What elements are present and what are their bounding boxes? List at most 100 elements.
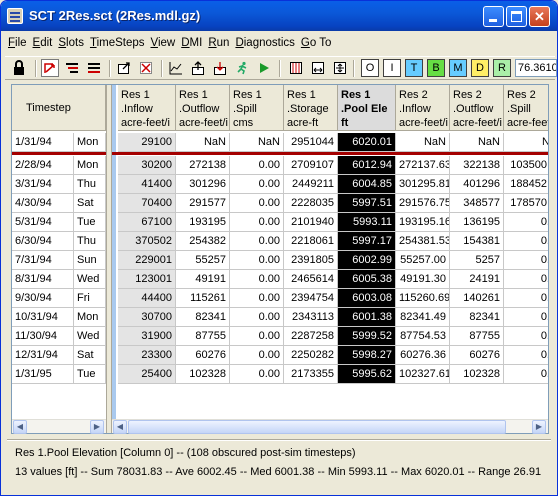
table-cell[interactable]: 82341 bbox=[450, 308, 504, 327]
timestep-day[interactable]: Mon bbox=[74, 156, 106, 175]
table-cell[interactable]: 193195.16 bbox=[396, 213, 450, 232]
right-scrollbar[interactable]: ◀ ▶ bbox=[112, 419, 548, 434]
table-cell[interactable]: 6012.94 bbox=[338, 156, 396, 175]
table-cell[interactable]: 0. bbox=[504, 327, 548, 346]
table-cell[interactable]: 55257 bbox=[176, 251, 230, 270]
table-cell[interactable]: 123001 bbox=[118, 270, 176, 289]
filter-button[interactable]: I bbox=[383, 59, 401, 77]
table-cell[interactable]: 0.00 bbox=[230, 194, 284, 213]
timestep-date[interactable]: 4/30/94 bbox=[12, 194, 74, 213]
table-cell[interactable]: 0. bbox=[504, 232, 548, 251]
table-cell[interactable]: 2218061 bbox=[284, 232, 338, 251]
table-cell[interactable]: 115261 bbox=[176, 289, 230, 308]
table-cell[interactable]: 24191 bbox=[450, 270, 504, 289]
table-cell[interactable]: 6020.01 bbox=[338, 133, 396, 152]
timestep-day[interactable]: Thu bbox=[74, 175, 106, 194]
table-cell[interactable]: 0.00 bbox=[230, 270, 284, 289]
column-header[interactable]: Res 2 .Outflow acre-feet/i bbox=[450, 85, 504, 131]
title-bar[interactable]: SCT 2Res.sct (2Res.mdl.gz) ✕ bbox=[1, 1, 557, 31]
timestep-date[interactable]: 1/31/95 bbox=[12, 365, 74, 384]
table-cell[interactable]: 0.00 bbox=[230, 156, 284, 175]
table-cell[interactable]: 55257.00 bbox=[396, 251, 450, 270]
filter-button[interactable]: T bbox=[405, 59, 423, 77]
run-icon[interactable] bbox=[255, 59, 273, 77]
table-cell[interactable]: 401296 bbox=[450, 175, 504, 194]
timestep-date[interactable]: 10/31/94 bbox=[12, 308, 74, 327]
table-cell[interactable]: 2343113 bbox=[284, 308, 338, 327]
table-cell[interactable]: 0.00 bbox=[230, 327, 284, 346]
table-cell[interactable]: 2228035 bbox=[284, 194, 338, 213]
menu-item[interactable]: Slots bbox=[55, 35, 87, 51]
timestep-day[interactable]: Sat bbox=[74, 194, 106, 213]
table-cell[interactable]: 0. bbox=[504, 308, 548, 327]
table-cell[interactable]: NaN bbox=[176, 133, 230, 152]
table-cell[interactable]: NaN bbox=[396, 133, 450, 152]
timestep-day[interactable]: Wed bbox=[74, 327, 106, 346]
menu-item[interactable]: Run bbox=[205, 35, 232, 51]
table-cell[interactable]: 5997.51 bbox=[338, 194, 396, 213]
timestep-date[interactable]: 5/31/94 bbox=[12, 213, 74, 232]
timestep-date[interactable]: 7/31/94 bbox=[12, 251, 74, 270]
sort-icon[interactable] bbox=[63, 59, 81, 77]
table-cell[interactable]: N bbox=[504, 133, 548, 152]
table-cell[interactable]: 178570. bbox=[504, 194, 548, 213]
table-cell[interactable]: 0. bbox=[504, 251, 548, 270]
table-cell[interactable]: 272138 bbox=[176, 156, 230, 175]
table-cell[interactable]: 30700 bbox=[118, 308, 176, 327]
timestep-date[interactable]: 11/30/94 bbox=[12, 327, 74, 346]
table-cell[interactable]: 2250282 bbox=[284, 346, 338, 365]
table-cell[interactable]: 102328 bbox=[450, 365, 504, 384]
table-cell[interactable]: 291576.75 bbox=[396, 194, 450, 213]
import-icon[interactable] bbox=[211, 59, 229, 77]
column-header[interactable]: Res 1 .Outflow acre-feet/i bbox=[176, 85, 230, 131]
table-cell[interactable]: 0. bbox=[504, 213, 548, 232]
table-cell[interactable]: 2449211 bbox=[284, 175, 338, 194]
table-cell[interactable]: 5998.27 bbox=[338, 346, 396, 365]
table-cell[interactable]: NaN bbox=[450, 133, 504, 152]
table-cell[interactable]: 44400 bbox=[118, 289, 176, 308]
table-cell[interactable]: 2709107 bbox=[284, 156, 338, 175]
table-cell[interactable]: 0.00 bbox=[230, 346, 284, 365]
left-scrollbar[interactable]: ◀ ▶ bbox=[12, 419, 106, 434]
table-cell[interactable]: 41400 bbox=[118, 175, 176, 194]
table-cell[interactable]: 6004.85 bbox=[338, 175, 396, 194]
menu-item[interactable]: TimeSteps bbox=[87, 35, 148, 51]
fit-width-icon[interactable] bbox=[309, 59, 327, 77]
scroll-thumb[interactable] bbox=[128, 420, 506, 434]
table-cell[interactable]: 0. bbox=[504, 289, 548, 308]
timestep-date[interactable]: 1/31/94 bbox=[12, 133, 74, 152]
table-cell[interactable]: 6002.99 bbox=[338, 251, 396, 270]
timestep-day[interactable]: Wed bbox=[74, 270, 106, 289]
table-cell[interactable]: 136195 bbox=[450, 213, 504, 232]
scroll-left-icon[interactable]: ◀ bbox=[113, 420, 127, 434]
scroll-right-icon[interactable]: ▶ bbox=[90, 420, 104, 434]
table-cell[interactable]: 0.00 bbox=[230, 232, 284, 251]
menu-item[interactable]: File bbox=[5, 35, 30, 51]
table-cell[interactable]: 25400 bbox=[118, 365, 176, 384]
column-header[interactable]: Res 2 .Inflow acre-feet/i bbox=[396, 85, 450, 131]
table-cell[interactable]: 49191.30 bbox=[396, 270, 450, 289]
table-cell[interactable]: 2465614 bbox=[284, 270, 338, 289]
table-cell[interactable]: 5257 bbox=[450, 251, 504, 270]
table-cell[interactable]: 31900 bbox=[118, 327, 176, 346]
filter-button[interactable]: M bbox=[449, 59, 467, 77]
table-cell[interactable]: 5993.11 bbox=[338, 213, 396, 232]
filter-button[interactable]: D bbox=[471, 59, 489, 77]
table-cell[interactable]: 102327.61 bbox=[396, 365, 450, 384]
table-cell[interactable]: 0.00 bbox=[230, 251, 284, 270]
table-cell[interactable]: 6003.08 bbox=[338, 289, 396, 308]
plot-icon[interactable] bbox=[167, 59, 185, 77]
table-cell[interactable]: 103500. bbox=[504, 156, 548, 175]
timestep-day[interactable]: Sat bbox=[74, 346, 106, 365]
table-cell[interactable]: NaN bbox=[230, 133, 284, 152]
timestep-header[interactable]: Timestep bbox=[12, 85, 106, 131]
minimize-button[interactable] bbox=[483, 6, 504, 27]
table-cell[interactable]: 102328 bbox=[176, 365, 230, 384]
table-cell[interactable]: 2101940 bbox=[284, 213, 338, 232]
table-cell[interactable]: 0.00 bbox=[230, 289, 284, 308]
columns-icon[interactable] bbox=[287, 59, 305, 77]
table-cell[interactable]: 2951044 bbox=[284, 133, 338, 152]
table-cell[interactable]: 370502 bbox=[118, 232, 176, 251]
menu-item[interactable]: DMI bbox=[178, 35, 205, 51]
table-cell[interactable]: 188452. bbox=[504, 175, 548, 194]
